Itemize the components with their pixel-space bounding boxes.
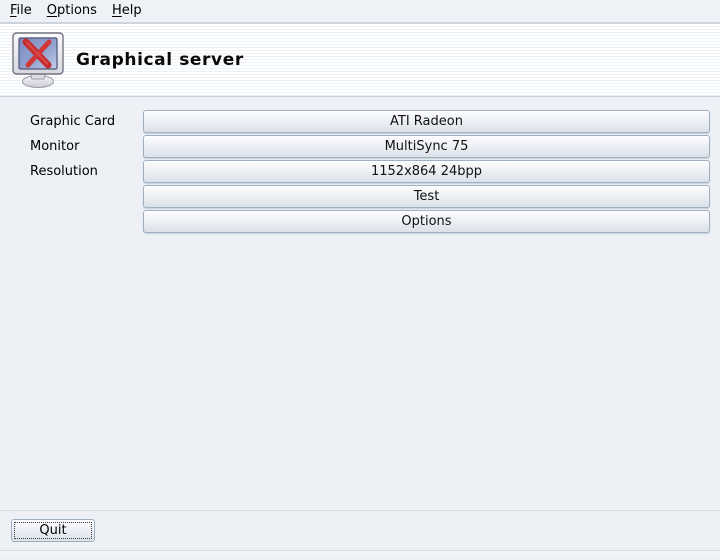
bottom-strip — [0, 550, 720, 557]
page-title: Graphical server — [76, 50, 244, 70]
menu-help-accel: H — [112, 3, 122, 18]
menu-help-rest: elp — [122, 3, 142, 18]
menu-options-accel: O — [47, 3, 57, 18]
main-content: Graphic Card ATI Radeon Monitor MultiSyn… — [0, 97, 720, 510]
settings-rows: Graphic Card ATI Radeon Monitor MultiSyn… — [30, 110, 710, 233]
options-button[interactable]: Options — [143, 210, 710, 233]
header-banner: Graphical server — [0, 24, 720, 97]
menu-options[interactable]: Options — [41, 0, 106, 22]
graphic-card-button[interactable]: ATI Radeon — [143, 110, 710, 133]
menu-help[interactable]: Help — [106, 0, 151, 22]
footer-bar: Quit — [0, 510, 720, 550]
menu-file[interactable]: File — [4, 0, 41, 22]
x-server-monitor-icon — [12, 32, 65, 89]
menu-bar: File Options Help — [0, 0, 720, 24]
monitor-button[interactable]: MultiSync 75 — [143, 135, 710, 158]
menu-file-rest: ile — [17, 3, 32, 18]
test-button[interactable]: Test — [143, 185, 710, 208]
graphic-card-label: Graphic Card — [30, 110, 143, 133]
resolution-label: Resolution — [30, 160, 143, 183]
monitor-label: Monitor — [30, 135, 143, 158]
menu-options-rest: ptions — [57, 3, 97, 18]
resolution-button[interactable]: 1152x864 24bpp — [143, 160, 710, 183]
quit-button[interactable]: Quit — [11, 519, 95, 542]
